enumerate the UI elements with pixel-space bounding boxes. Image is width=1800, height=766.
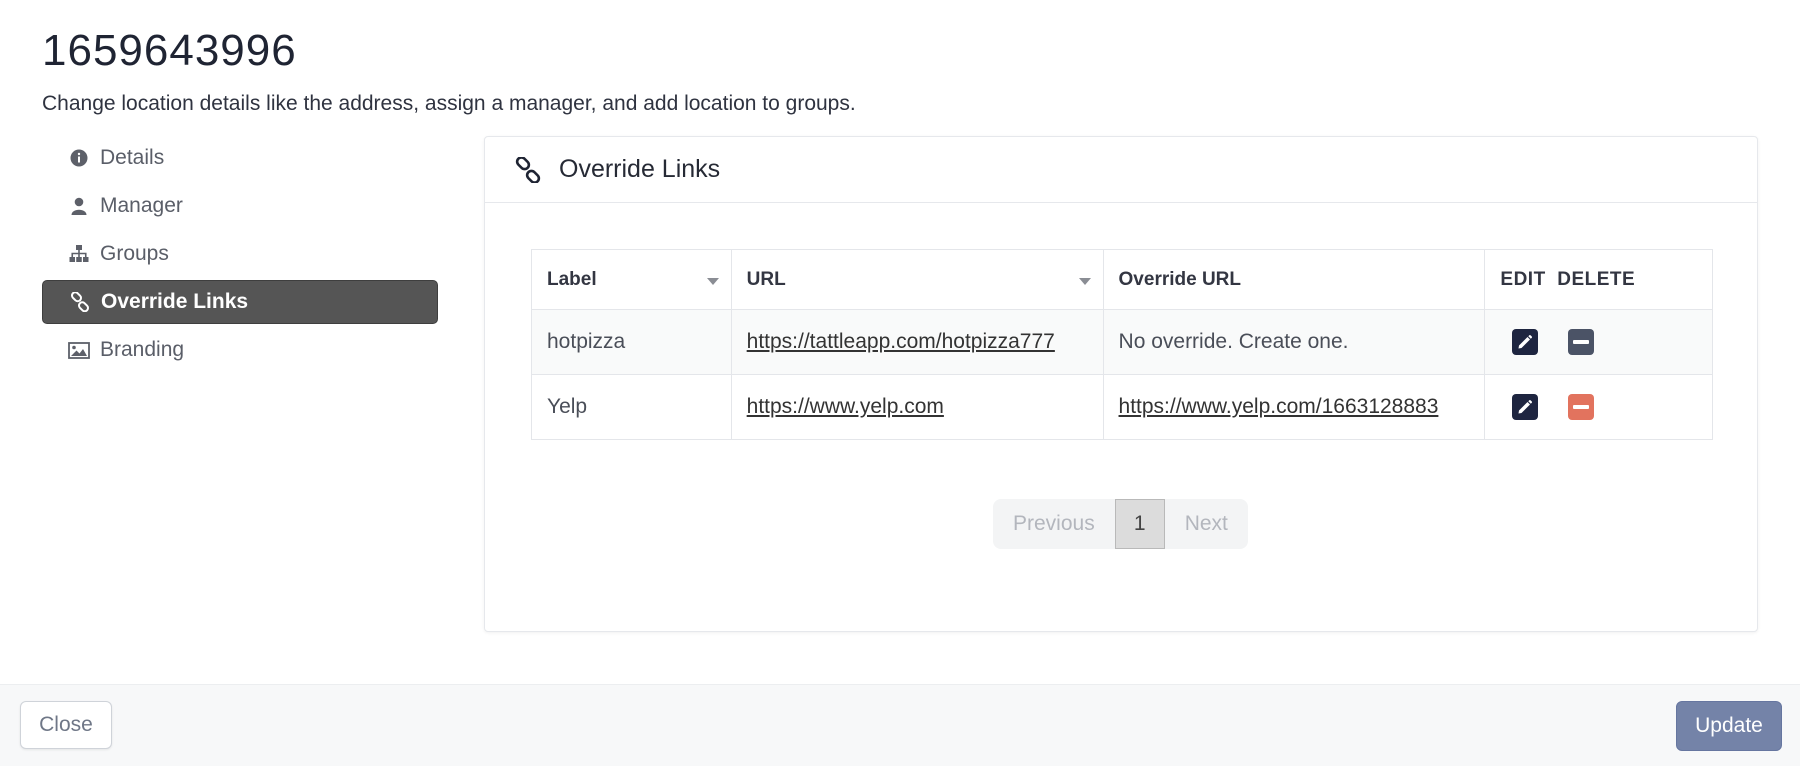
delete-button[interactable]	[1568, 329, 1595, 355]
url-link[interactable]: https://www.yelp.com	[747, 395, 944, 418]
table-header-row: Label URL Override URL EDIT DELETE	[531, 249, 1713, 310]
sidebar-item-label: Branding	[100, 338, 185, 361]
cell-override-url: https://www.yelp.com/1663128883	[1102, 374, 1486, 440]
edit-button[interactable]	[1512, 329, 1539, 355]
cell-override-url: No override. Create one.	[1102, 309, 1486, 375]
sitemap-icon	[68, 243, 90, 265]
cell-url: https://tattleapp.com/hotpizza777	[730, 309, 1104, 375]
pagination-page-current[interactable]: 1	[1114, 499, 1165, 549]
override-url-link[interactable]: https://www.yelp.com/1663128883	[1119, 395, 1439, 418]
sort-caret-icon	[1078, 278, 1091, 285]
user-icon	[68, 195, 90, 217]
pencil-icon	[1518, 399, 1533, 414]
link-icon	[515, 156, 543, 184]
sidebar-item-override-links[interactable]: Override Links	[42, 280, 438, 324]
column-header-actions: EDIT DELETE	[1484, 249, 1713, 310]
info-circle-icon	[68, 147, 90, 169]
sidebar-item-manager[interactable]: Manager	[42, 184, 438, 228]
cell-actions	[1484, 374, 1713, 440]
pagination-next[interactable]: Next	[1165, 499, 1248, 549]
sidebar: Details Manager Groups Override Links Br…	[42, 136, 438, 376]
cell-label: Yelp	[531, 374, 732, 440]
update-button[interactable]: Update	[1676, 701, 1782, 751]
page-title: 1659643996	[42, 26, 297, 75]
minus-icon	[1573, 340, 1590, 344]
sidebar-item-groups[interactable]: Groups	[42, 232, 438, 276]
override-links-card: Override Links Label URL Override URL ED…	[484, 136, 1758, 632]
table-row: hotpizza https://tattleapp.com/hotpizza7…	[531, 309, 1713, 375]
cell-label: hotpizza	[531, 309, 732, 375]
sort-caret-icon	[706, 278, 719, 285]
page-subtitle: Change location details like the address…	[42, 92, 856, 115]
column-header-delete: DELETE	[1557, 268, 1636, 290]
table-row: Yelp https://www.yelp.com https://www.ye…	[531, 374, 1713, 440]
edit-button[interactable]	[1512, 394, 1539, 420]
link-icon	[69, 291, 91, 313]
card-header: Override Links	[485, 137, 1757, 203]
sidebar-item-label: Details	[100, 146, 165, 169]
override-links-table: Label URL Override URL EDIT DELETE hotpi…	[531, 249, 1713, 440]
sidebar-item-label: Override Links	[101, 290, 249, 313]
cell-actions	[1484, 309, 1713, 375]
pagination: Previous 1 Next	[993, 499, 1248, 549]
sidebar-item-details[interactable]: Details	[42, 136, 438, 180]
modal-footer: Close Update	[0, 684, 1800, 766]
minus-icon	[1573, 405, 1590, 409]
pagination-previous[interactable]: Previous	[993, 499, 1115, 549]
sidebar-item-branding[interactable]: Branding	[42, 328, 438, 372]
image-icon	[68, 339, 90, 361]
column-header-edit: EDIT	[1500, 268, 1546, 290]
sidebar-item-label: Manager	[100, 194, 183, 217]
create-override-link[interactable]: No override. Create one.	[1119, 330, 1349, 353]
pencil-icon	[1518, 334, 1533, 349]
delete-button[interactable]	[1568, 394, 1595, 420]
cell-url: https://www.yelp.com	[730, 374, 1104, 440]
card-title: Override Links	[559, 155, 721, 183]
column-header-url[interactable]: URL	[730, 249, 1104, 310]
column-header-label[interactable]: Label	[531, 249, 732, 310]
sidebar-item-label: Groups	[100, 242, 169, 265]
url-link[interactable]: https://tattleapp.com/hotpizza777	[747, 330, 1055, 353]
close-button[interactable]: Close	[20, 701, 112, 749]
column-header-override-url: Override URL	[1102, 249, 1486, 310]
